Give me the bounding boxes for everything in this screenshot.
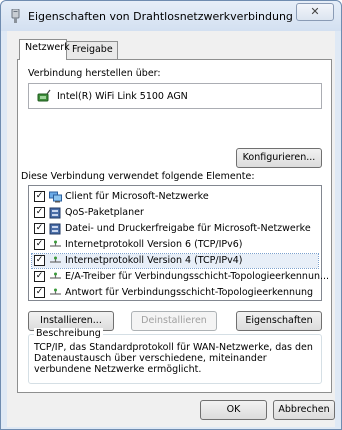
components-list[interactable]: ✓ Client für Microsoft-Netzwerke ✓ QoS-P… bbox=[28, 185, 329, 301]
list-item[interactable]: ✓ Client für Microsoft-Netzwerke bbox=[32, 190, 318, 204]
tab-freigabe[interactable]: Freigabe bbox=[66, 41, 118, 59]
window-title: Eigenschaften von Drahtlosnetzwerkverbin… bbox=[28, 10, 293, 23]
network-adapter-icon bbox=[11, 9, 20, 23]
description-group: Beschreibung TCP/IP, das Standardprotoko… bbox=[28, 328, 322, 384]
title-bar[interactable]: Eigenschaften von Drahtlosnetzwerkverbin… bbox=[1, 1, 341, 31]
adapter-field: Intel(R) WiFi Link 5100 AGN bbox=[28, 83, 322, 109]
service-icon bbox=[49, 207, 61, 219]
list-item[interactable]: ✓ Datei- und Druckerfreigabe für Microso… bbox=[32, 222, 318, 236]
list-item[interactable]: ✓ Internetprotokoll Version 4 (TCP/IPv4) bbox=[31, 253, 319, 269]
tab-panel-netzwerk: Verbindung herstellen über: Intel(R) WiF… bbox=[17, 59, 332, 393]
properties-button[interactable]: Eigenschaften bbox=[236, 311, 322, 331]
item-label: QoS-Paketplaner bbox=[65, 207, 144, 218]
item-label: Client für Microsoft-Netzwerke bbox=[65, 191, 209, 202]
list-item[interactable]: ✓ E/A-Treiber für Verbindungsschicht-Top… bbox=[32, 270, 329, 284]
connect-using-label: Verbindung herstellen über: bbox=[28, 68, 161, 79]
checkbox[interactable]: ✓ bbox=[34, 191, 45, 202]
tab-netzwerk[interactable]: Netzwerk bbox=[19, 39, 70, 60]
item-label: Internetprotokoll Version 4 (TCP/IPv4) bbox=[65, 255, 243, 266]
protocol-icon bbox=[50, 272, 61, 279]
ok-button[interactable]: OK bbox=[200, 400, 267, 420]
item-label: Datei- und Druckerfreigabe für Microsoft… bbox=[65, 223, 311, 234]
checkbox[interactable]: ✓ bbox=[34, 207, 45, 218]
list-item[interactable]: ✓ Antwort für Verbindungsschicht-Topolog… bbox=[32, 286, 318, 300]
uninstall-button: Deinstallieren bbox=[131, 311, 217, 331]
item-label: Antwort für Verbindungsschicht-Topologie… bbox=[65, 287, 314, 298]
description-text: TCP/IP, das Standardprotokoll für WAN-Ne… bbox=[34, 342, 313, 375]
list-item[interactable]: ✓ QoS-Paketplaner bbox=[32, 206, 318, 220]
list-item[interactable]: ✓ Internetprotokoll Version 6 (TCP/IPv6) bbox=[32, 238, 318, 252]
cancel-button[interactable]: Abbrechen bbox=[273, 400, 335, 420]
elements-label: Diese Verbindung verwendet folgende Elem… bbox=[21, 171, 255, 182]
checkbox[interactable]: ✓ bbox=[34, 223, 45, 234]
protocol-icon bbox=[50, 240, 61, 247]
service-icon bbox=[49, 223, 61, 235]
close-button[interactable]: ✕ bbox=[296, 3, 334, 21]
protocol-icon bbox=[50, 256, 61, 263]
checkbox[interactable]: ✓ bbox=[34, 239, 45, 250]
dialog-body: Netzwerk Freigabe Verbindung herstellen … bbox=[7, 31, 335, 427]
description-legend: Beschreibung bbox=[34, 328, 103, 339]
protocol-icon bbox=[50, 288, 61, 295]
network-client-icon bbox=[49, 191, 62, 203]
configure-button[interactable]: Konfigurieren... bbox=[236, 148, 322, 168]
properties-dialog: Eigenschaften von Drahtlosnetzwerkverbin… bbox=[0, 0, 342, 430]
checkbox[interactable]: ✓ bbox=[34, 271, 45, 282]
checkbox[interactable]: ✓ bbox=[34, 287, 45, 298]
item-label: Internetprotokoll Version 6 (TCP/IPv6) bbox=[65, 239, 243, 250]
checkbox[interactable]: ✓ bbox=[34, 255, 45, 266]
adapter-name: Intel(R) WiFi Link 5100 AGN bbox=[57, 91, 188, 102]
item-label: E/A-Treiber für Verbindungsschicht-Topol… bbox=[65, 271, 330, 282]
wifi-adapter-icon bbox=[37, 89, 51, 102]
